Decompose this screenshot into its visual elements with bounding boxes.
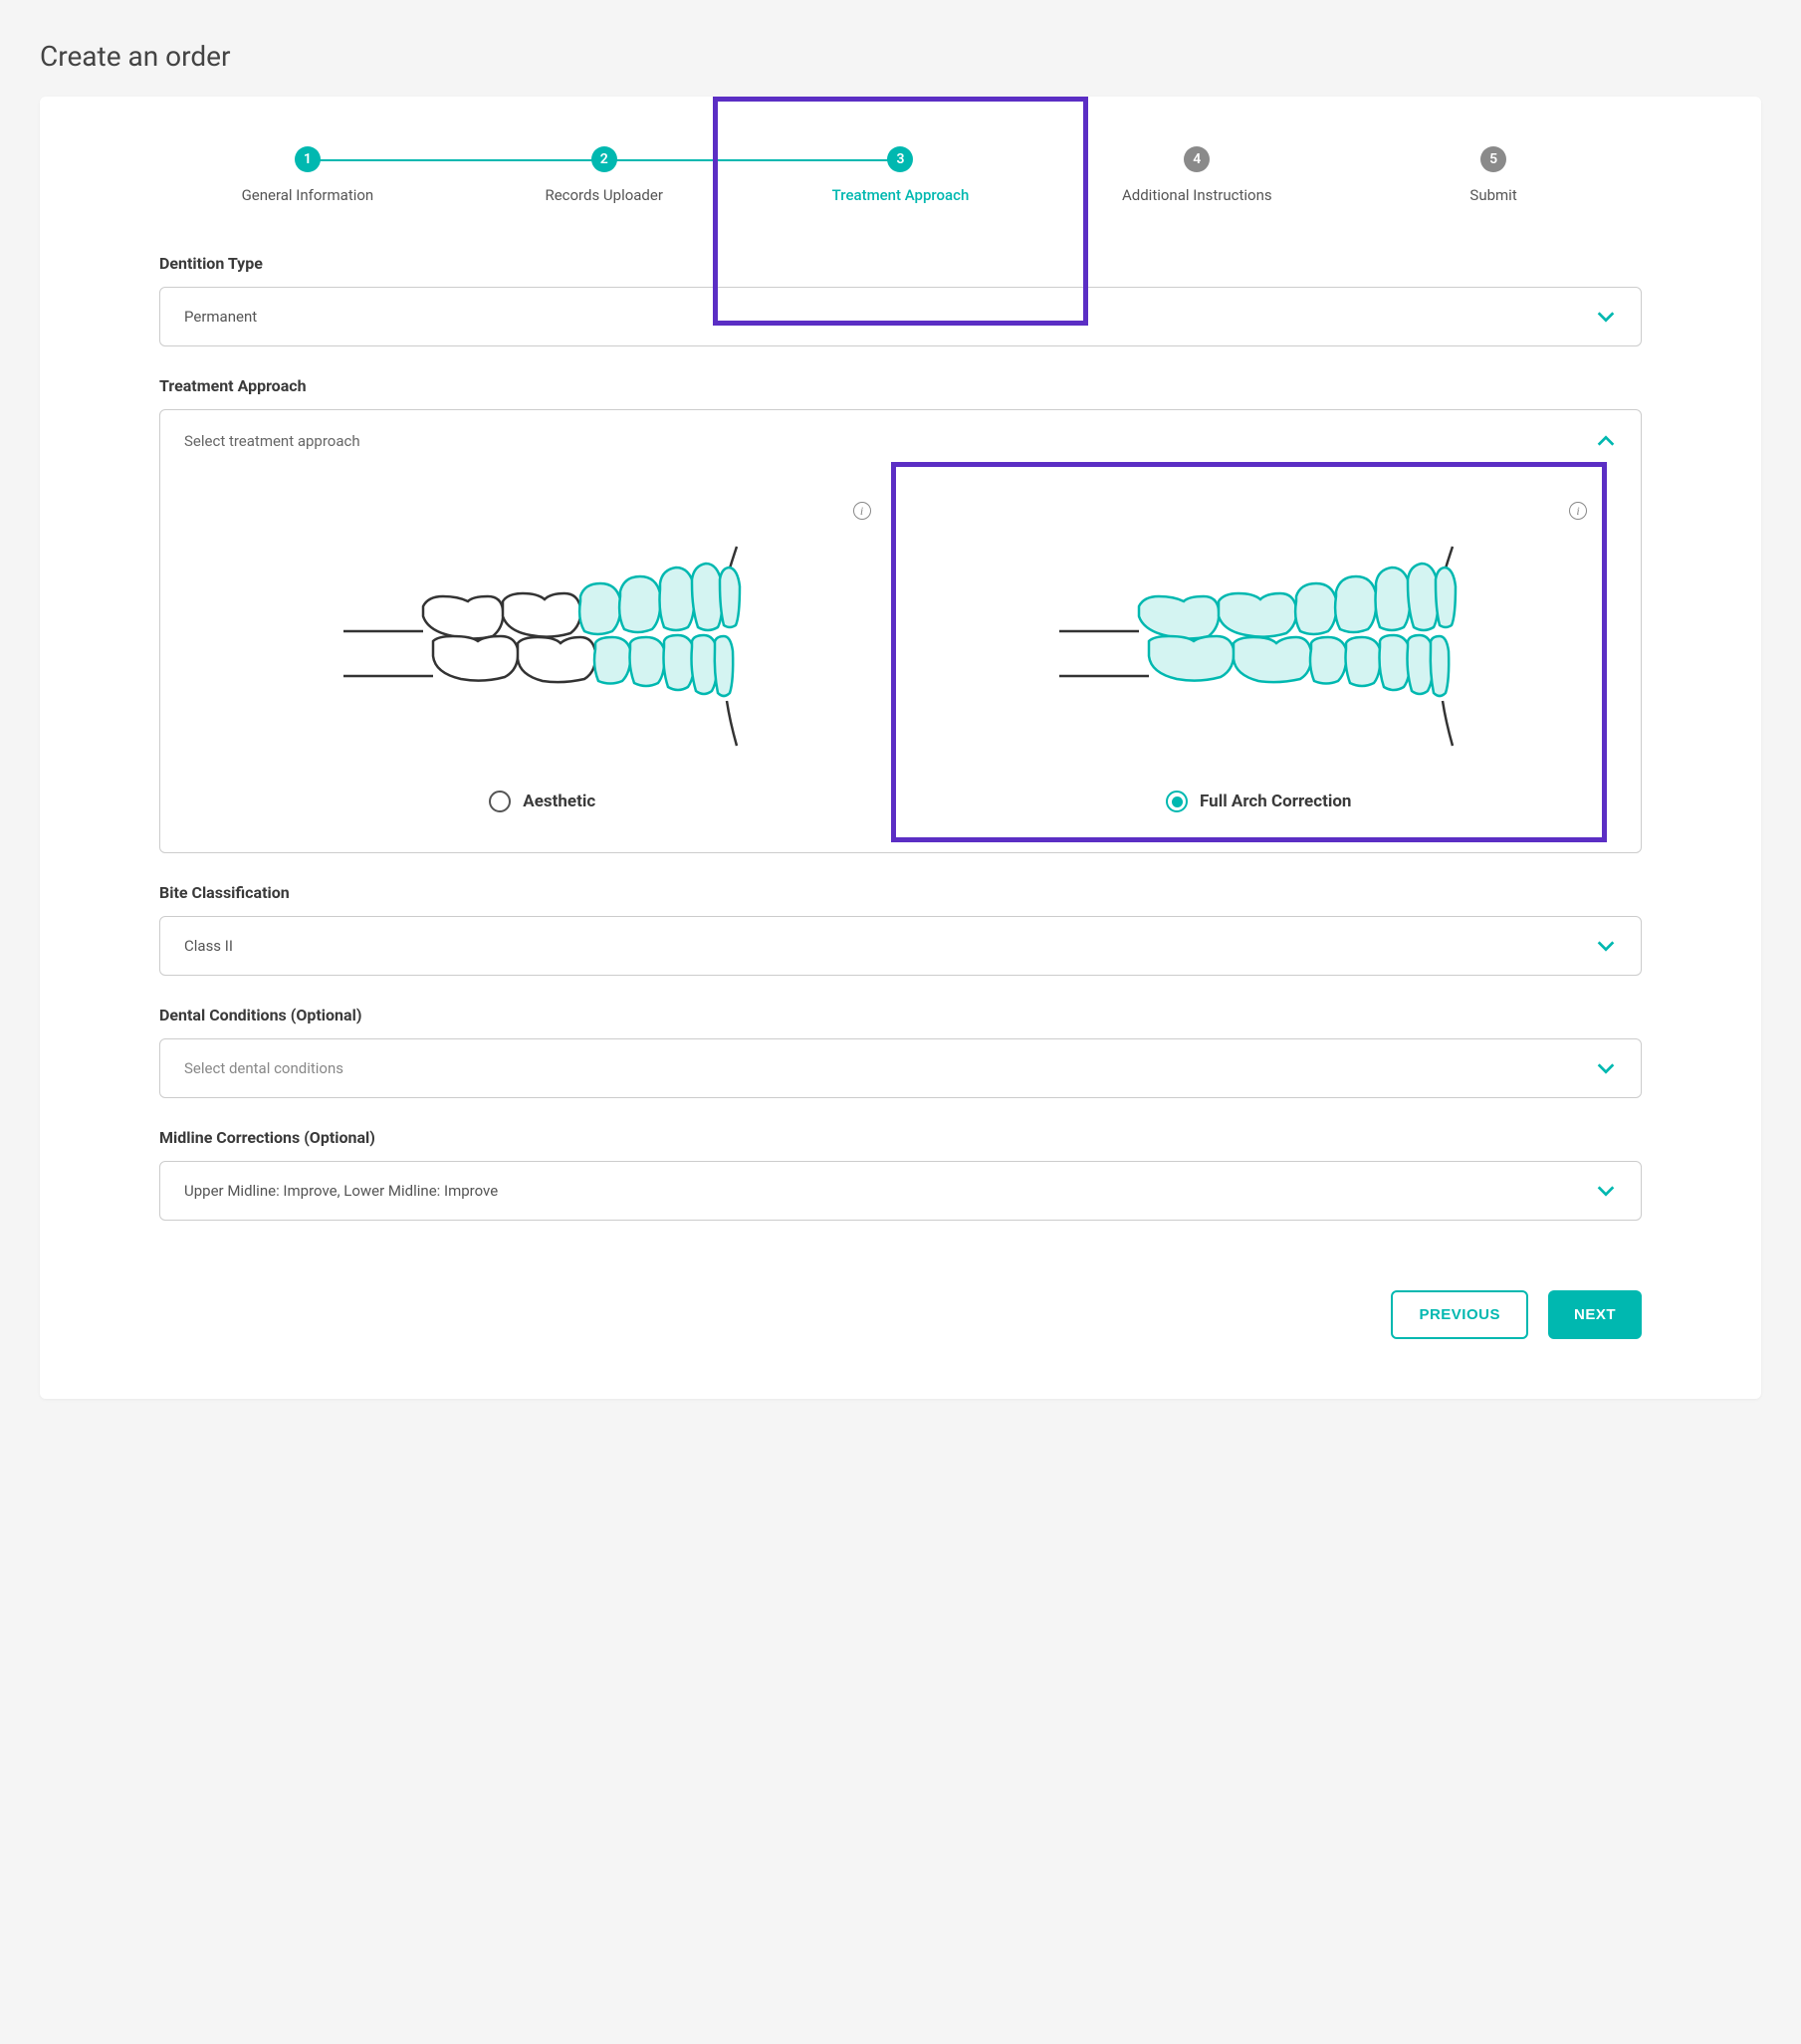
step-label-4: Additional Instructions: [1122, 186, 1272, 204]
dental-conditions-label: Dental Conditions (Optional): [159, 1006, 1642, 1024]
chevron-down-icon: [1595, 935, 1617, 957]
dentition-value: Permanent: [184, 308, 257, 326]
bite-dropdown[interactable]: Class II: [159, 916, 1642, 976]
section-dental-conditions: Dental Conditions (Optional) Select dent…: [159, 1006, 1642, 1098]
midline-label: Midline Corrections (Optional): [159, 1128, 1642, 1147]
teeth-full-arch-icon: [1039, 502, 1477, 761]
step-label-2: Records Uploader: [545, 186, 662, 204]
section-bite: Bite Classification Class II: [159, 883, 1642, 976]
page-title: Create an order: [40, 40, 1761, 73]
section-treatment-approach: Treatment Approach Select treatment appr…: [159, 376, 1642, 853]
dentition-dropdown[interactable]: Permanent: [159, 287, 1642, 346]
info-icon[interactable]: i: [853, 502, 871, 520]
step-label-3: Treatment Approach: [832, 186, 970, 204]
treatment-approach-header: Select treatment approach: [184, 432, 360, 450]
section-dentition: Dentition Type Permanent: [159, 254, 1642, 346]
radio-full-arch-label: Full Arch Correction: [1200, 792, 1351, 811]
radio-aesthetic-label: Aesthetic: [523, 792, 595, 811]
radio-icon: [1166, 791, 1188, 812]
footer-actions: PREVIOUS NEXT: [159, 1290, 1642, 1339]
chevron-down-icon: [1595, 1057, 1617, 1079]
midline-value: Upper Midline: Improve, Lower Midline: I…: [184, 1182, 498, 1200]
option-full-arch[interactable]: i: [901, 472, 1618, 812]
step-circle-2: 2: [591, 146, 617, 172]
step-records-uploader[interactable]: 2 Records Uploader: [456, 146, 753, 204]
step-circle-5: 5: [1480, 146, 1506, 172]
step-additional-instructions[interactable]: 4 Additional Instructions: [1048, 146, 1345, 204]
step-general-information[interactable]: 1 General Information: [159, 146, 456, 204]
midline-dropdown[interactable]: Upper Midline: Improve, Lower Midline: I…: [159, 1161, 1642, 1221]
teeth-aesthetic-icon: [324, 502, 762, 761]
section-midline: Midline Corrections (Optional) Upper Mid…: [159, 1128, 1642, 1221]
radio-inner-icon: [1172, 796, 1183, 807]
treatment-approach-label: Treatment Approach: [159, 376, 1642, 395]
info-icon[interactable]: i: [1569, 502, 1587, 520]
step-circle-4: 4: [1184, 146, 1210, 172]
step-label-1: General Information: [242, 186, 374, 204]
order-card: 1 General Information 2 Records Uploader…: [40, 97, 1761, 1399]
step-circle-3: 3: [887, 146, 913, 172]
treatment-approach-panel: Select treatment approach i: [159, 409, 1642, 853]
step-circle-1: 1: [295, 146, 321, 172]
step-submit[interactable]: 5 Submit: [1345, 146, 1642, 204]
previous-button[interactable]: PREVIOUS: [1391, 1290, 1528, 1339]
option-aesthetic[interactable]: i: [184, 472, 901, 812]
radio-icon: [489, 791, 511, 812]
dental-conditions-dropdown[interactable]: Select dental conditions: [159, 1038, 1642, 1098]
step-treatment-approach[interactable]: 3 Treatment Approach: [753, 146, 1049, 204]
step-label-5: Submit: [1469, 186, 1516, 204]
radio-aesthetic[interactable]: Aesthetic: [489, 791, 595, 812]
bite-label: Bite Classification: [159, 883, 1642, 902]
dental-conditions-placeholder: Select dental conditions: [184, 1059, 343, 1077]
next-button[interactable]: NEXT: [1548, 1290, 1642, 1339]
bite-value: Class II: [184, 937, 233, 955]
chevron-up-icon[interactable]: [1595, 430, 1617, 452]
chevron-down-icon: [1595, 306, 1617, 328]
stepper: 1 General Information 2 Records Uploader…: [159, 146, 1642, 204]
chevron-down-icon: [1595, 1180, 1617, 1202]
radio-full-arch[interactable]: Full Arch Correction: [1166, 791, 1351, 812]
dentition-label: Dentition Type: [159, 254, 1642, 273]
